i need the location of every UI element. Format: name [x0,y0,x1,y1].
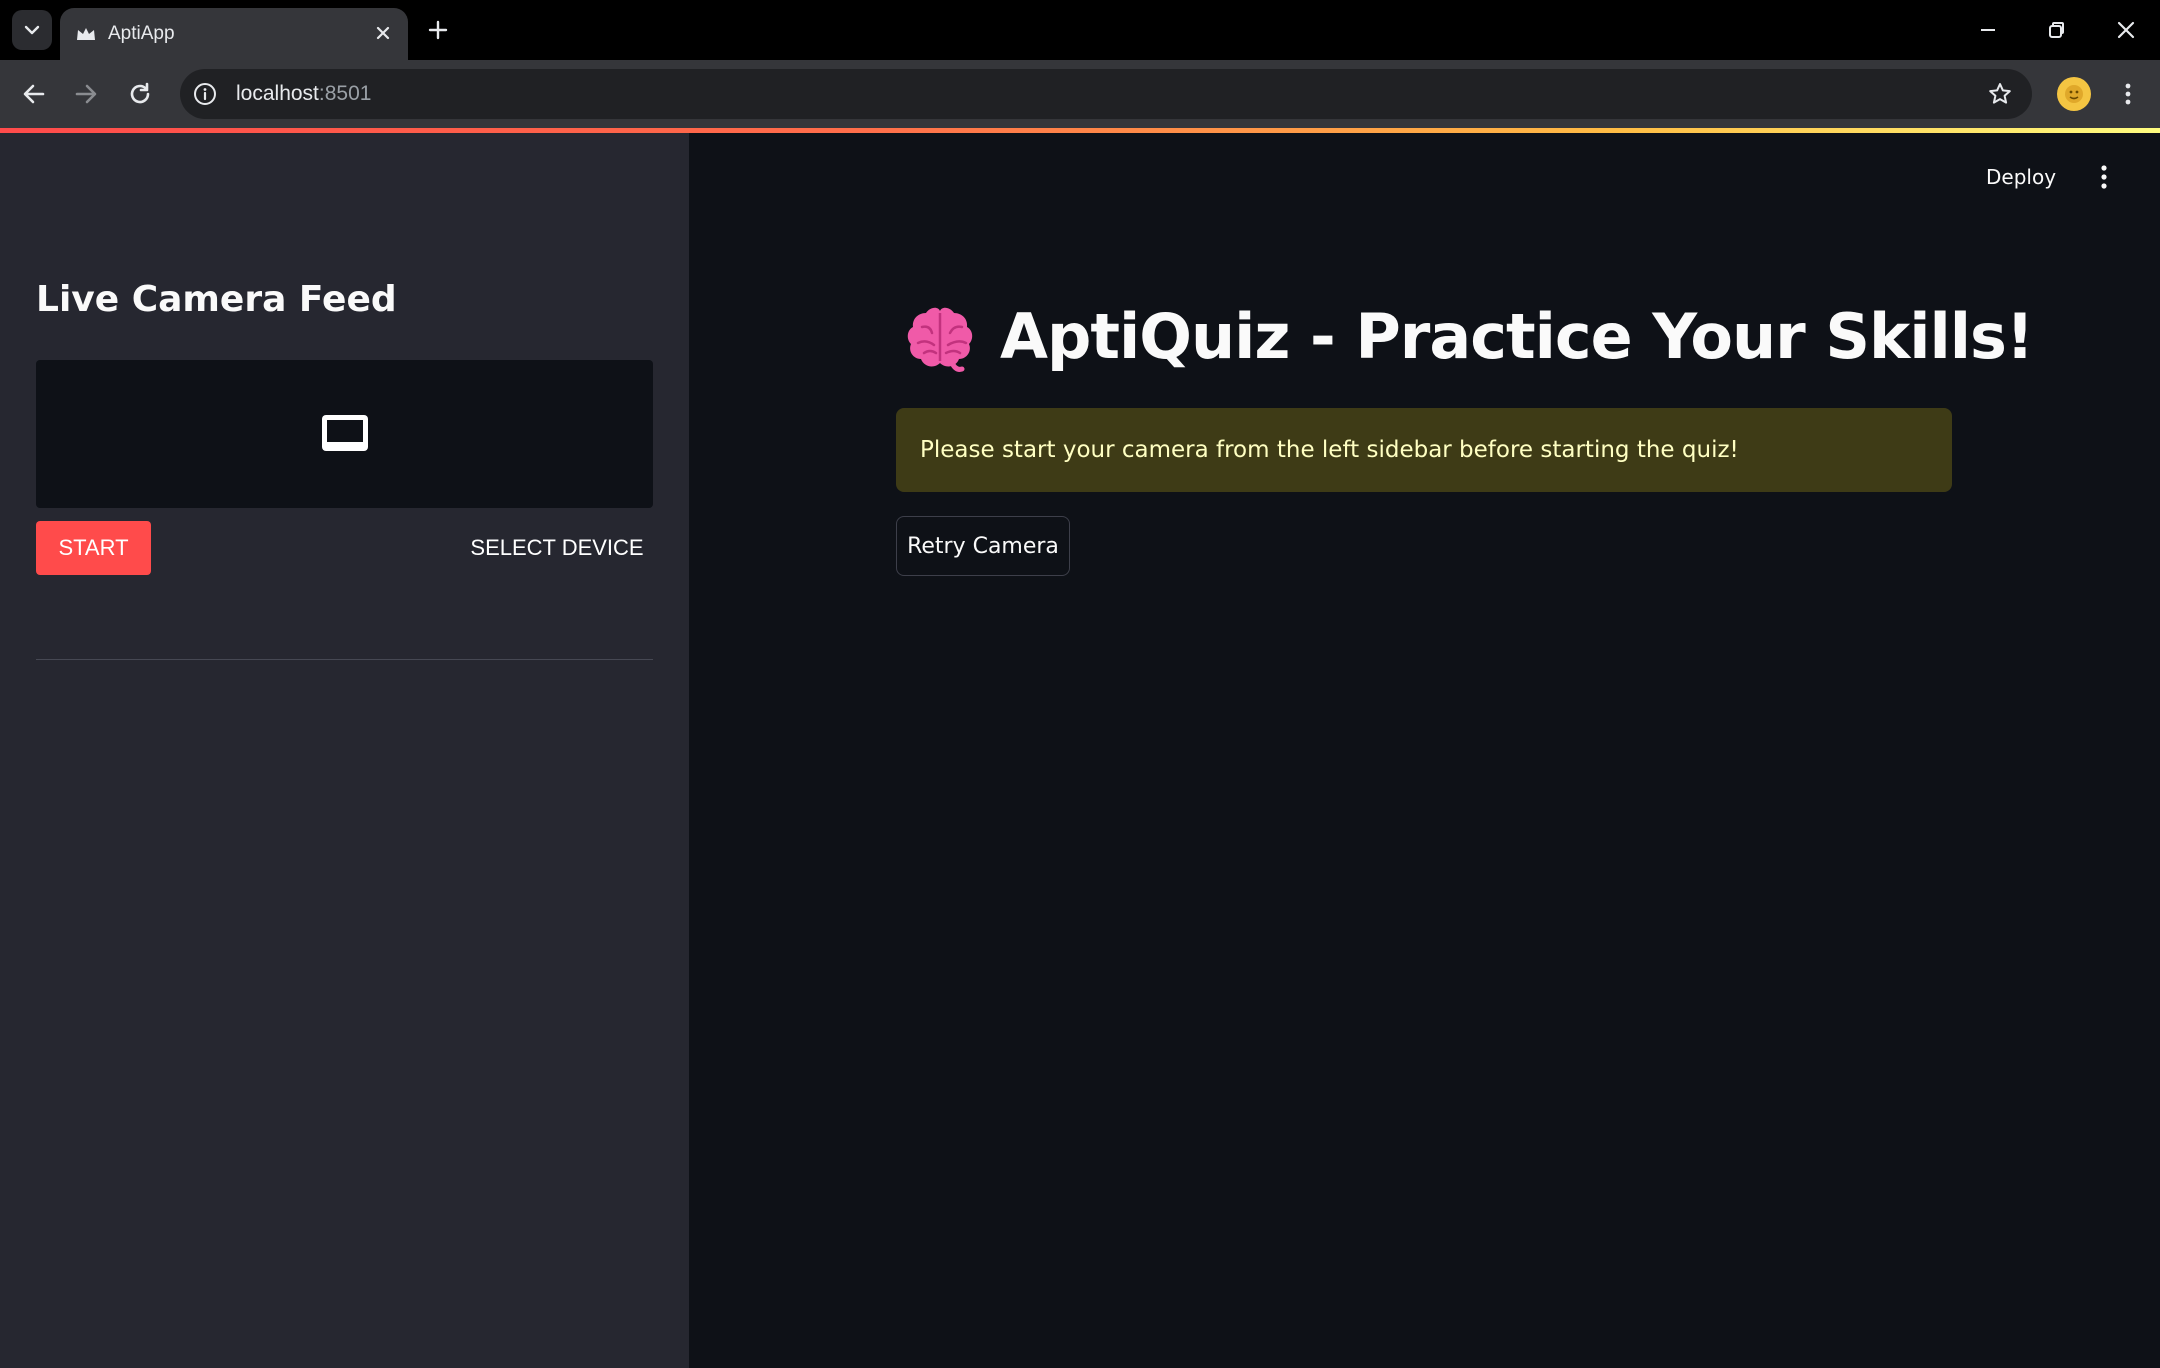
tab-search-button[interactable] [12,10,52,50]
plus-icon[interactable] [424,16,452,44]
browser-menu-icon[interactable] [2112,78,2144,110]
minimize-icon[interactable] [1972,14,2004,46]
close-icon[interactable] [372,22,394,44]
kebab-menu-icon[interactable] [2088,160,2120,194]
brain-icon [907,307,973,372]
page-title: AptiQuiz - Practice Your Skills! [904,300,2034,373]
sidebar: Live Camera Feed START SELECT DEVICE [0,133,689,1368]
address-bar[interactable]: localhost:8501 [180,69,2032,119]
browser-tab[interactable]: AptiApp [60,8,408,60]
restore-icon[interactable] [2040,14,2072,46]
tab-strip: AptiApp [0,0,2160,60]
camera-preview [36,360,653,508]
profile-face-icon [2065,85,2083,103]
back-icon[interactable] [16,76,52,112]
reload-icon[interactable] [122,76,158,112]
retry-camera-button[interactable]: Retry Camera [896,516,1070,576]
window-close-icon[interactable] [2110,14,2142,46]
browser-toolbar: localhost:8501 [0,60,2160,128]
page-title-text: AptiQuiz - Practice Your Skills! [1000,300,2034,373]
sidebar-title: Live Camera Feed [36,279,397,320]
start-button[interactable]: START [36,521,151,575]
tab-title: AptiApp [108,23,175,44]
warning-text: Please start your camera from the left s… [920,437,1739,463]
avatar[interactable] [2057,77,2091,111]
sidebar-divider [36,659,653,660]
info-icon[interactable] [192,81,218,107]
url-text: localhost:8501 [236,82,372,105]
forward-icon[interactable] [68,76,104,112]
monitor-icon [321,415,368,451]
star-icon[interactable] [1986,80,2014,108]
crown-favicon-icon [77,28,95,40]
select-device-button[interactable]: SELECT DEVICE [462,521,652,575]
camera-warning-alert: Please start your camera from the left s… [896,408,1952,492]
deploy-button[interactable]: Deploy [1986,165,2056,189]
chevron-down-icon [24,25,40,35]
